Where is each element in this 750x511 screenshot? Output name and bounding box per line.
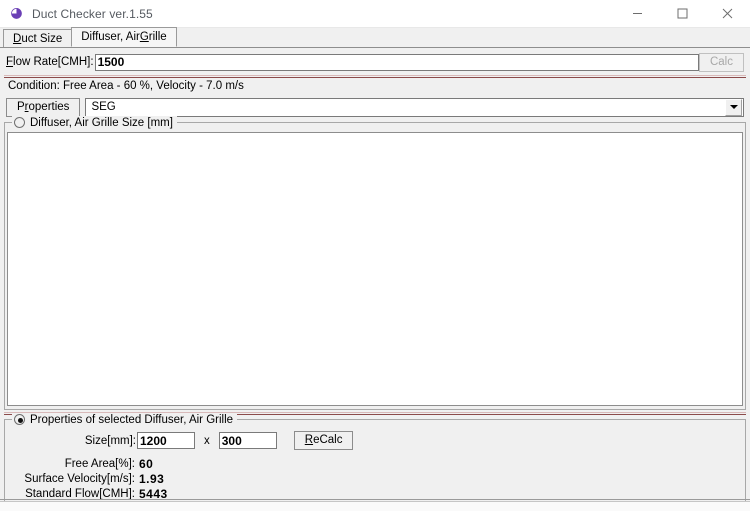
selected-properties-legend-label: Properties of selected Diffuser, Air Gri… [30,413,234,426]
standard-flow-label: Standard Flow[CMH]: [25,487,135,500]
size-height-input[interactable] [218,432,277,449]
properties-row: Properties SEG [0,96,750,118]
diffuser-type-value: SEG [91,101,116,113]
selected-properties-radio[interactable] [14,414,25,425]
tab-strip: Duct Size Diffuser, Air Grille [0,27,750,48]
condition-row: Condition: Free Area - 60 %, Velocity - … [0,78,750,94]
properties-button[interactable]: Properties [6,97,81,117]
diffuser-size-list[interactable] [7,132,743,406]
diffuser-size-legend-label: Diffuser, Air Grille Size [mm] [30,116,173,129]
recalc-button[interactable]: ReCalc [293,431,354,450]
free-area-label: Free Area[%]: [64,457,135,470]
window-title: Duct Checker ver.1.55 [32,6,153,21]
result-row-free-area: Free Area[%]: 60 [5,456,745,471]
close-icon[interactable] [705,0,750,28]
flow-rate-input[interactable] [94,53,699,71]
tab-diffuser-air-grille-label: Diffuser, Air [81,31,140,43]
flow-rate-row: Flow Rate[CMH]: Calc [0,51,750,73]
window-controls [615,0,750,28]
condition-text: Condition: Free Area - 60 %, Velocity - … [8,80,244,92]
client-area: Flow Rate[CMH]: Calc Condition: Free Are… [0,48,750,511]
window-bottom-edge [0,499,750,511]
surface-velocity-value: 1.93 [139,471,165,486]
result-row-surface-velocity: Surface Velocity[m/s]: 1.93 [5,471,745,486]
flow-rate-label: Flow Rate[CMH]: [6,56,94,68]
free-area-value: 60 [139,456,154,471]
tab-diffuser-air-grille-accel: G [139,31,149,43]
size-width-input[interactable] [137,432,195,449]
calc-button[interactable]: Calc [698,52,744,72]
tab-diffuser-air-grille-label-tail: rille [148,31,167,43]
surface-velocity-label: Surface Velocity[m/s]: [24,472,135,485]
diffuser-size-radio[interactable] [14,117,25,128]
diffuser-size-group: Diffuser, Air Grille Size [mm] [4,116,746,410]
duct-checker-window: ◕ Duct Checker ver.1.55 Duct Size Diffus… [0,0,750,511]
maximize-icon[interactable] [660,0,705,28]
tab-duct-size[interactable]: Duct Size [3,29,73,47]
size-multiply-symbol: x [204,434,210,447]
chevron-down-icon[interactable] [725,98,742,116]
tab-duct-size-label: uct Size [21,32,63,45]
tab-diffuser-air-grille[interactable]: Diffuser, Air Grille [71,27,177,47]
diffuser-size-legend: Diffuser, Air Grille Size [mm] [12,116,177,129]
size-label: Size[mm]: [84,434,136,447]
diffuser-type-combo[interactable]: SEG [85,97,744,117]
title-bar: ◕ Duct Checker ver.1.55 [0,0,750,28]
tab-duct-size-accel: D [13,32,22,45]
minimize-icon[interactable] [615,0,660,28]
selected-properties-group: Properties of selected Diffuser, Air Gri… [4,413,746,506]
app-icon: ◕ [10,5,23,21]
size-row: Size[mm]: x ReCalc [5,431,745,450]
selected-properties-legend: Properties of selected Diffuser, Air Gri… [12,413,238,426]
